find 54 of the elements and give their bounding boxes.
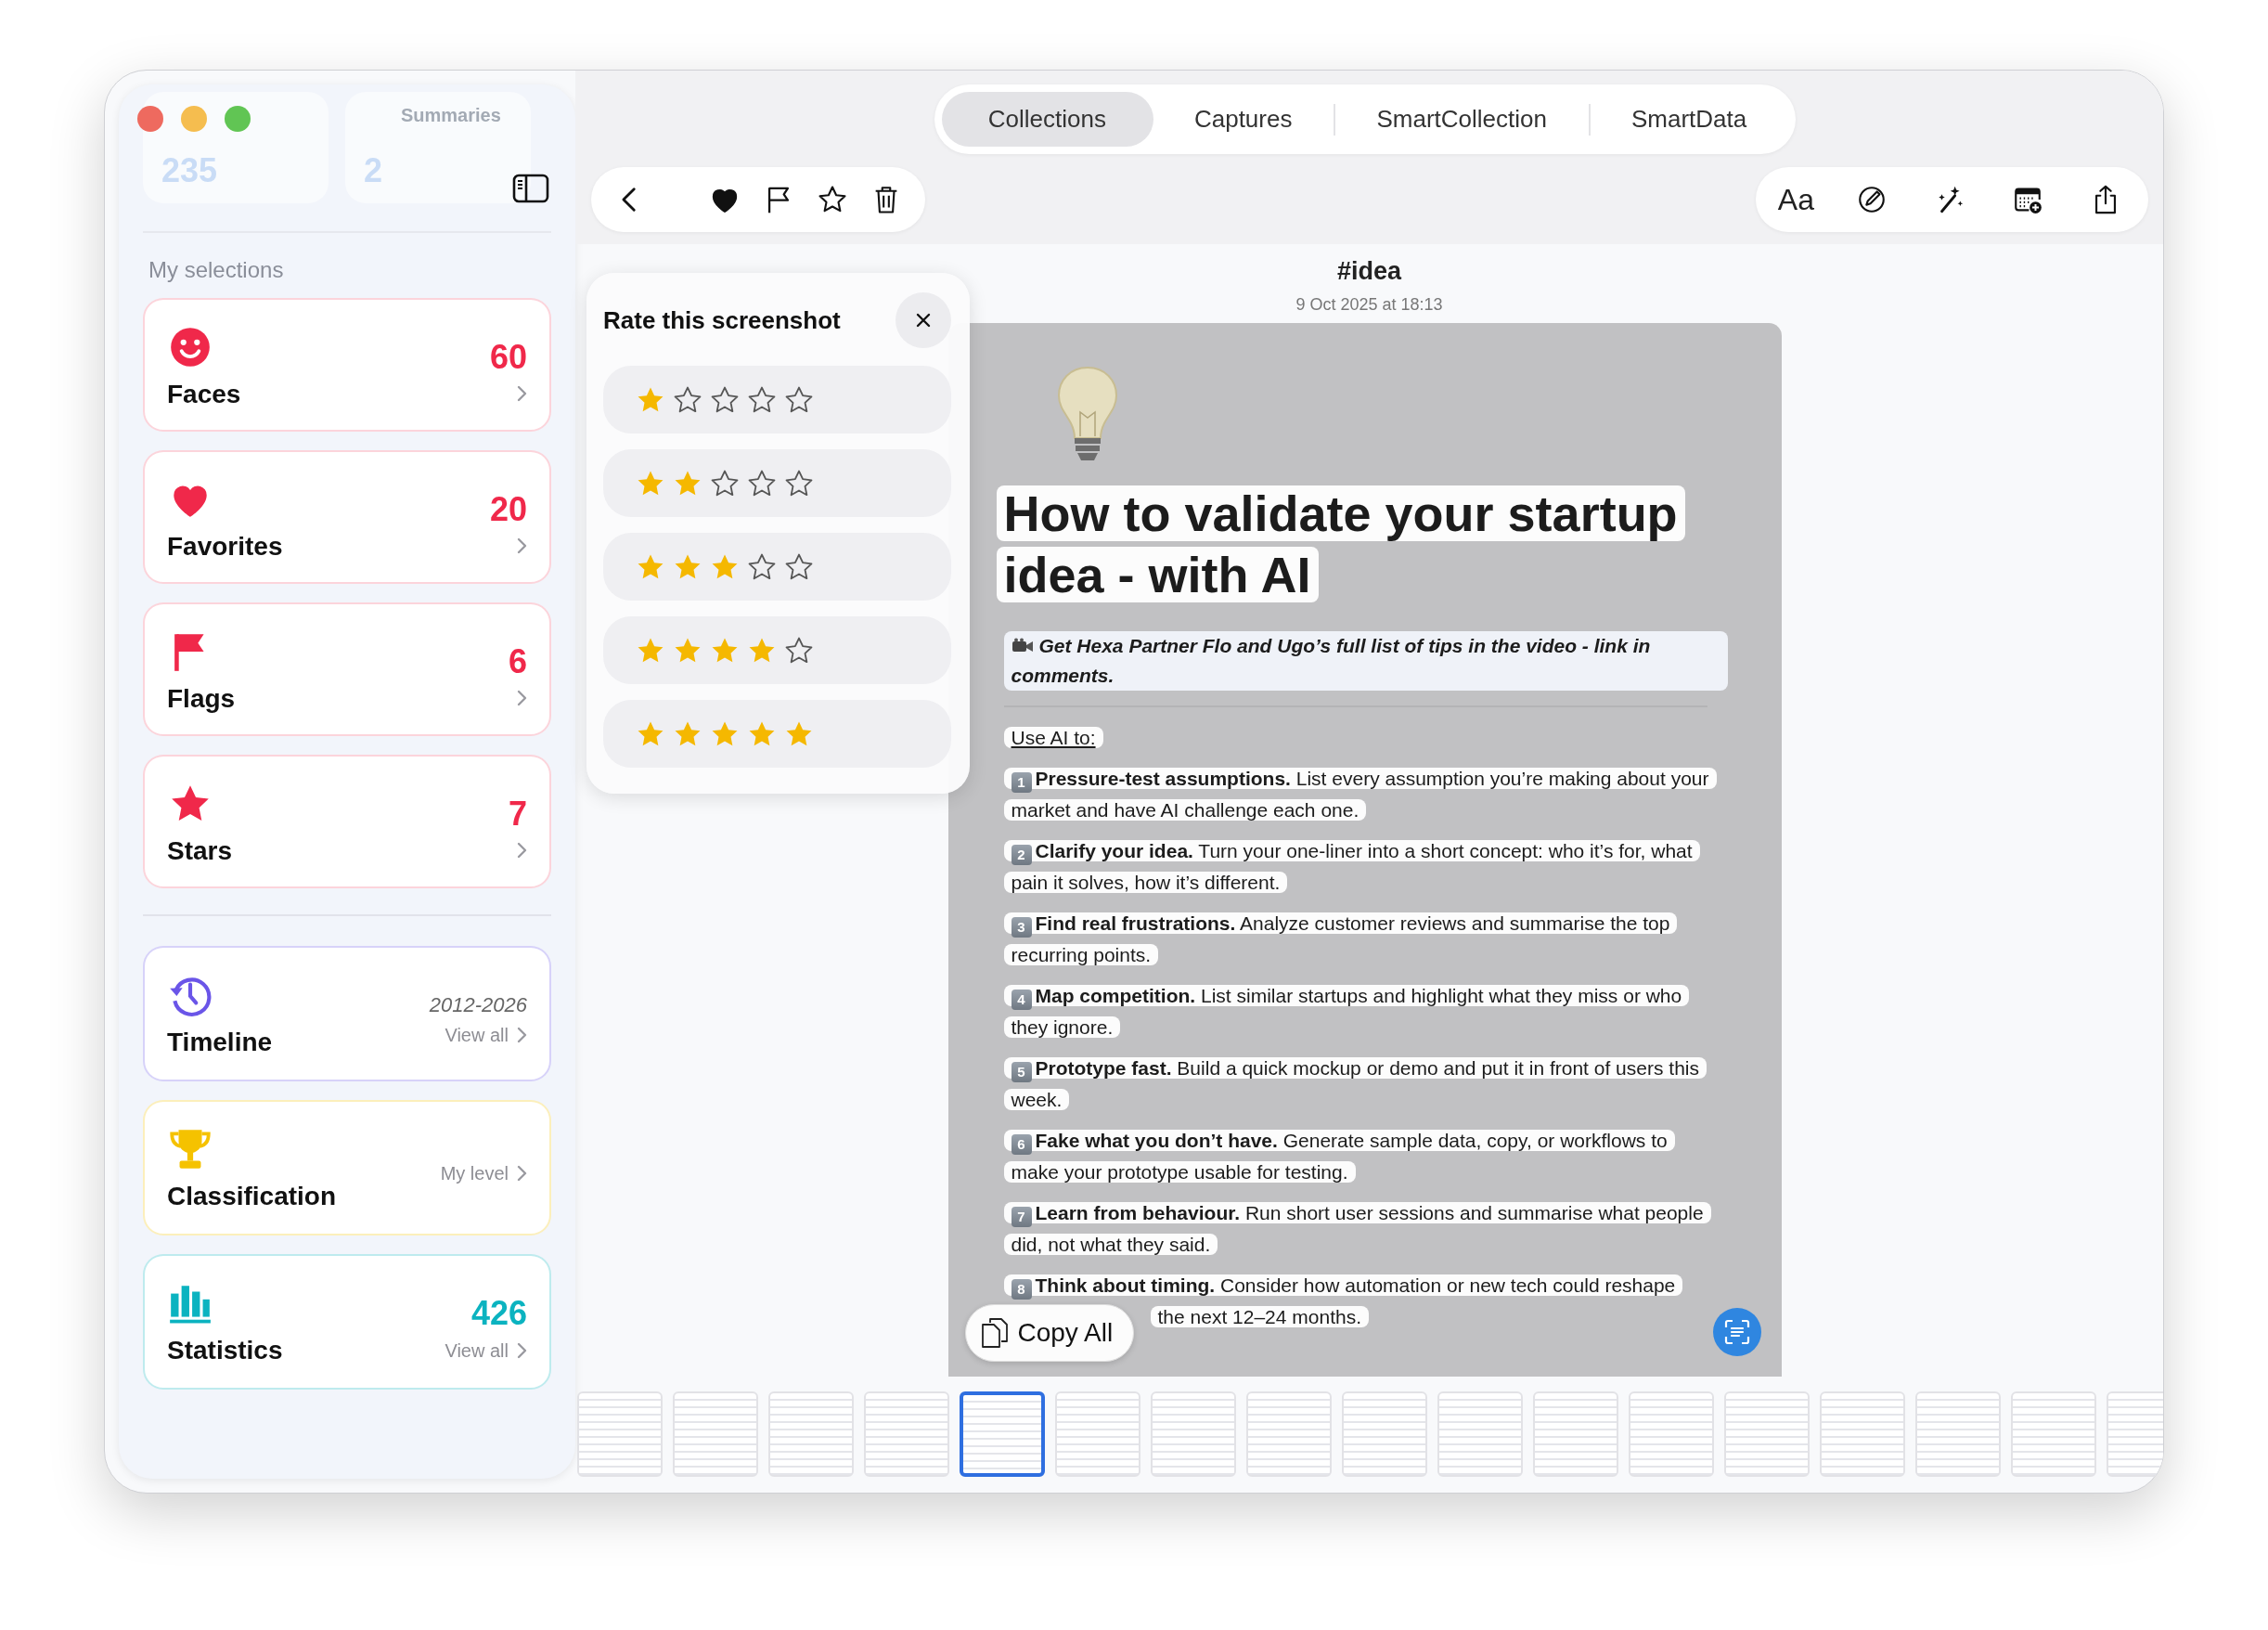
copy-all-button[interactable]: Copy All bbox=[964, 1304, 1135, 1362]
chevron-icon bbox=[516, 1341, 527, 1360]
chevron-icon bbox=[516, 1164, 527, 1183]
card-title: Timeline bbox=[167, 1028, 273, 1057]
chevron-icon bbox=[516, 537, 527, 555]
card-count: 6 bbox=[508, 642, 527, 681]
tab[interactable]: SmartCollection bbox=[1335, 92, 1589, 147]
video-camera-icon bbox=[1011, 638, 1034, 654]
body-text: Use AI to: bbox=[1003, 727, 1103, 748]
card-title: Faces bbox=[167, 380, 241, 409]
card-count: 426 bbox=[470, 1293, 527, 1333]
overview-card[interactable]: Classification My level bbox=[143, 1100, 551, 1235]
item-title: #idea bbox=[1336, 257, 1401, 286]
overview-card[interactable]: Timeline 2012-2026 View all bbox=[143, 946, 551, 1081]
chevron-icon bbox=[516, 689, 527, 707]
selection-card[interactable]: Faces 60 bbox=[143, 298, 551, 432]
tab[interactable]: Collections bbox=[941, 92, 1153, 147]
tab[interactable]: Captures bbox=[1153, 92, 1334, 147]
overview-card[interactable]: Statistics 426 View all bbox=[143, 1254, 551, 1390]
card-label: Summaries bbox=[401, 105, 502, 126]
chevron-icon bbox=[516, 841, 527, 860]
popover-title: Rate this screenshot bbox=[603, 305, 841, 335]
card-title: Classification bbox=[167, 1182, 337, 1211]
card-count: 20 bbox=[489, 490, 527, 529]
rating-option[interactable] bbox=[603, 616, 951, 684]
selection-card[interactable]: Flags 6 bbox=[143, 602, 551, 736]
card-title: Favorites bbox=[167, 532, 283, 562]
rating-option[interactable] bbox=[603, 449, 951, 517]
card-title: Flags bbox=[167, 684, 236, 714]
tab[interactable]: SmartData bbox=[1590, 92, 1789, 147]
thumbnail-image[interactable] bbox=[960, 1391, 1045, 1477]
chevron-icon bbox=[516, 384, 527, 403]
rating-option[interactable] bbox=[603, 700, 951, 768]
selection-card[interactable]: Favorites 20 bbox=[143, 450, 551, 584]
year-range: 2012-2026 bbox=[429, 992, 527, 1017]
body-text: the next 12–24 months. bbox=[1150, 1306, 1369, 1327]
text-scan-icon bbox=[1723, 1319, 1750, 1345]
section-title: My selections bbox=[148, 257, 285, 283]
card-title: Statistics bbox=[167, 1336, 283, 1365]
sidebar-toggle-icon[interactable] bbox=[512, 174, 549, 203]
live-text-button[interactable] bbox=[1712, 1308, 1761, 1356]
card-title: Stars bbox=[167, 836, 233, 866]
item-date: 9 Oct 2025 at 18:13 bbox=[1295, 295, 1443, 315]
text-button[interactable]: Aa bbox=[1777, 182, 1814, 217]
copy-icon bbox=[980, 1317, 1009, 1349]
subtitle: Get Hexa Partner Flo and Ugo’s full list of tips in the video - link in comments. bbox=[1003, 631, 1728, 691]
card-count: 60 bbox=[489, 338, 527, 377]
rating-option[interactable] bbox=[603, 533, 951, 601]
chevron-icon bbox=[516, 1026, 527, 1044]
selection-card[interactable]: Stars 7 bbox=[143, 755, 551, 888]
rating-option[interactable] bbox=[603, 366, 951, 433]
close-icon bbox=[915, 312, 932, 329]
card-count: 7 bbox=[508, 795, 527, 834]
pencil-circle-icon bbox=[1856, 184, 1888, 215]
